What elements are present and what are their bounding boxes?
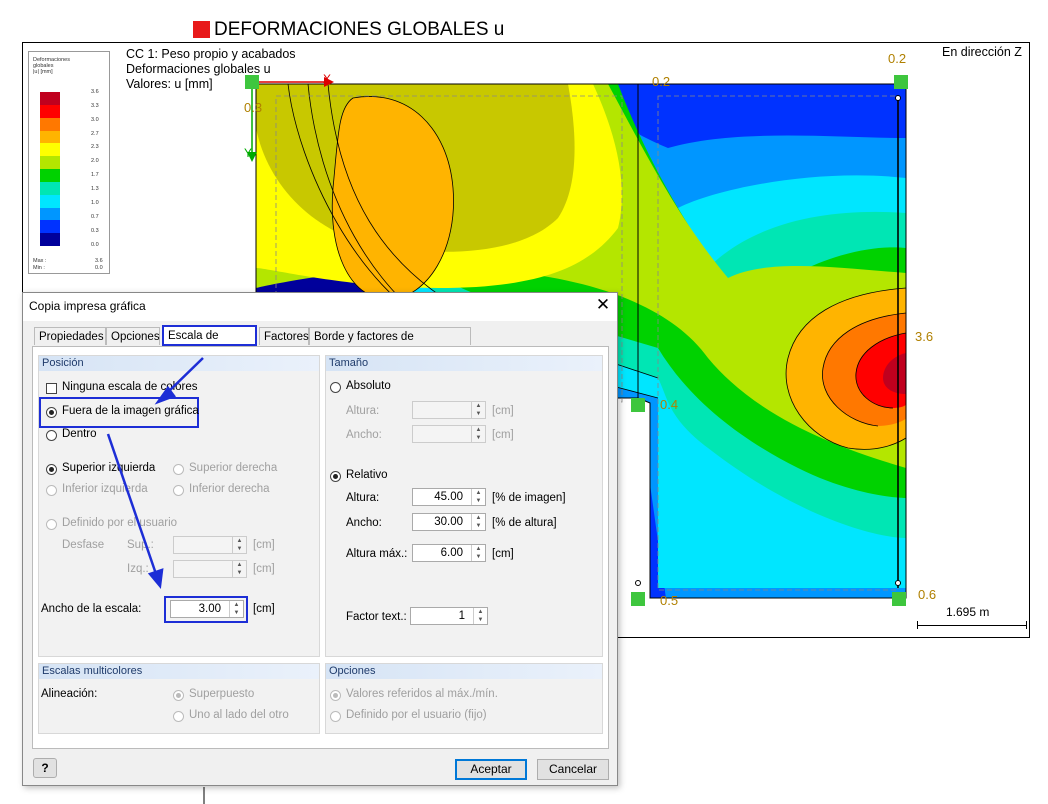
- arrow-head-2: [147, 568, 164, 590]
- arrow-to-outside-option: [165, 357, 204, 395]
- annotation-arrows: [106, 357, 205, 804]
- arrow-to-scale-width: [106, 433, 158, 575]
